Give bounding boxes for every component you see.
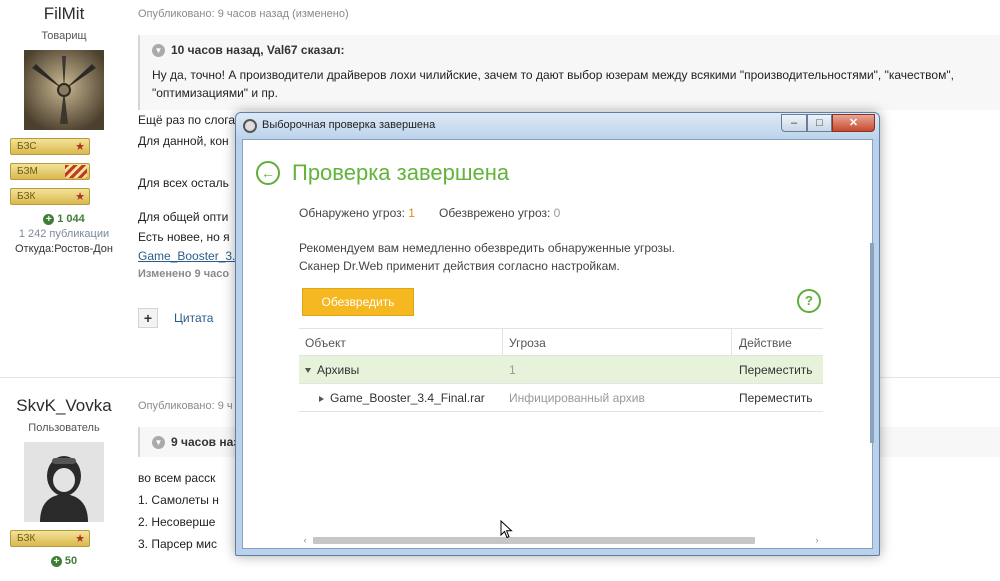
posts-count: 1 242 публикации (18, 228, 110, 240)
award-badge: БЗК ★ (10, 530, 90, 547)
detected-stat: Обнаружено угроз: 1 (299, 206, 415, 220)
reputation: +50 (0, 555, 128, 567)
window-content: ← Проверка завершена Обнаружено угроз: 1… (242, 139, 873, 549)
badge-label: БЗС (17, 141, 37, 152)
scan-complete-window: Выборочная проверка завершена – □ ✕ ← Пр… (235, 112, 880, 556)
column-header-object[interactable]: Объект (305, 329, 501, 357)
recommendation-line: Сканер Dr.Web применит действия согласно… (299, 259, 620, 273)
star-icon: ★ (75, 191, 85, 203)
quote-block: ▼ 10 часов назад, Val67 сказал: Ну да, т… (138, 35, 1000, 110)
plus-icon: + (50, 556, 62, 567)
quote-text: Ну да, точно! А производители драйверов … (152, 66, 996, 102)
object-name: Game_Booster_3.4_Final.rar (330, 391, 485, 405)
reputation: +1 044 (0, 213, 128, 225)
author-name[interactable]: SkvK_Vovka (0, 396, 128, 420)
badge-label: БЗМ (17, 166, 38, 177)
window-title: Выборочная проверка завершена (262, 119, 436, 131)
row-object: Game_Booster_3.4_Final.rar (305, 384, 501, 412)
chevron-down-icon[interactable]: ▼ (152, 43, 165, 57)
avatar[interactable] (24, 50, 104, 130)
maximize-button[interactable]: □ (807, 114, 832, 132)
table-row[interactable]: Архивы 1 Переместить (299, 356, 823, 384)
post-author: FilMit Товарищ БЗС ★ БЗМ БЗК ★ +1 044 1 … (0, 4, 128, 255)
award-badge: БЗМ (10, 163, 90, 180)
close-button[interactable]: ✕ (832, 114, 875, 132)
quote-author: 9 часов наз (171, 435, 240, 449)
star-icon: ★ (75, 533, 85, 545)
stripes-icon (65, 165, 87, 178)
quote-header: ▼ 10 часов назад, Val67 сказал: (152, 43, 996, 57)
author-rank: Товарищ (41, 30, 87, 42)
quote-line: "оптимизациями" и пр. (152, 86, 278, 100)
author-rank: Пользователь (28, 422, 100, 434)
column-divider[interactable] (731, 329, 732, 357)
quote-button[interactable]: Цитата (174, 311, 213, 325)
scroll-left-icon[interactable]: ‹ (299, 534, 311, 546)
column-header-threat[interactable]: Угроза (509, 329, 729, 357)
recommendation-text: Рекомендуем вам немедленно обезвредить о… (299, 239, 675, 275)
award-badge: БЗС ★ (10, 138, 90, 155)
add-reaction-button[interactable]: + (138, 308, 158, 328)
scrollbar-thumb[interactable] (313, 537, 755, 544)
chevron-down-icon[interactable]: ▼ (152, 435, 165, 449)
mouse-cursor-icon (500, 520, 513, 539)
attachment-link[interactable]: Game_Booster_3. (138, 249, 235, 263)
column-divider[interactable] (502, 329, 503, 357)
minimize-button[interactable]: – (781, 114, 807, 132)
page-title: Проверка завершена (292, 160, 510, 185)
row-threat: Инфицированный архив (509, 391, 645, 405)
scroll-right-icon[interactable]: › (811, 534, 823, 546)
back-arrow-icon[interactable]: ← (256, 161, 280, 185)
star-icon: ★ (75, 141, 85, 153)
expand-down-icon[interactable] (305, 368, 311, 374)
detected-label: Обнаружено угроз: (299, 206, 405, 220)
help-icon[interactable]: ? (797, 289, 821, 313)
drweb-spider-icon (243, 119, 257, 133)
post-author: SkvK_Vovka Пользователь БЗК ★ +50 (0, 396, 128, 567)
row-action[interactable]: Переместить (739, 356, 823, 384)
scan-stats: Обнаружено угроз: 1 Обезврежено угроз: 0 (299, 206, 560, 220)
row-threat: 1 (509, 363, 516, 377)
vertical-scroll-edge (870, 243, 874, 443)
title-bar[interactable]: Выборочная проверка завершена – □ ✕ (236, 113, 879, 139)
post-meta[interactable]: Опубликовано: 9 часов назад (изменено) (138, 8, 1000, 20)
object-name: Архивы (317, 363, 360, 377)
reputation-value: 1 044 (57, 213, 85, 225)
expand-right-icon[interactable] (319, 395, 324, 402)
avatar[interactable] (24, 442, 104, 522)
column-header-action[interactable]: Действие (739, 329, 823, 357)
plus-icon: + (43, 214, 55, 225)
award-badge: БЗК ★ (10, 188, 90, 205)
detected-count: 1 (408, 206, 415, 220)
neutralized-stat: Обезврежено угроз: 0 (439, 206, 560, 220)
quote-author: 10 часов назад, Val67 сказал: (171, 43, 345, 57)
horizontal-scrollbar[interactable]: ‹ › (299, 534, 823, 546)
badge-label: БЗК (17, 533, 36, 544)
row-object: Архивы (305, 356, 501, 384)
badge-label: БЗК (17, 191, 36, 202)
author-name[interactable]: FilMit (0, 4, 128, 28)
author-location: Откуда:Ростов-Дон (14, 243, 114, 255)
neutralized-count: 0 (553, 206, 561, 220)
threats-table: Объект Угроза Действие Архивы 1 Перемест… (299, 328, 823, 412)
table-row[interactable]: Game_Booster_3.4_Final.rar Инфицированны… (299, 384, 823, 412)
neutralized-label: Обезврежено угроз: (438, 206, 551, 220)
quote-line: Ну да, точно! А производители драйверов … (152, 68, 954, 82)
recommendation-line: Рекомендуем вам немедленно обезвредить о… (299, 241, 676, 255)
reputation-value: 50 (64, 555, 78, 567)
table-header: Объект Угроза Действие (299, 328, 823, 357)
neutralize-button[interactable]: Обезвредить (302, 288, 414, 316)
row-action[interactable]: Переместить (739, 384, 823, 412)
